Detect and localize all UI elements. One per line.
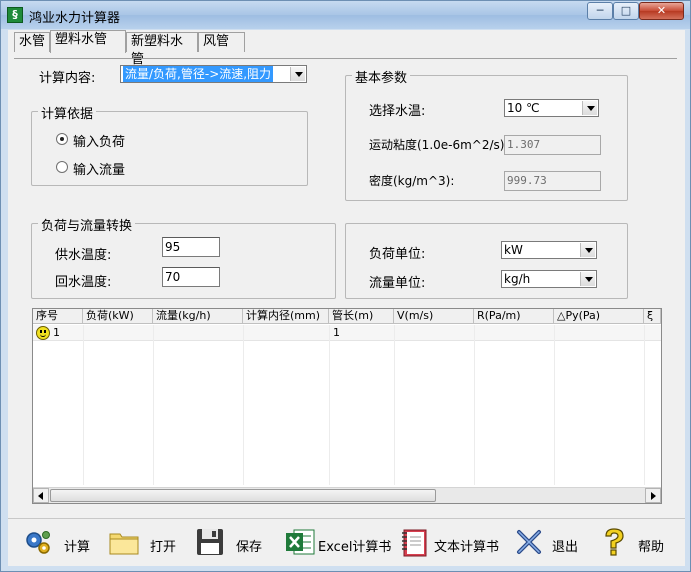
calculate-label: 计算 — [64, 540, 91, 555]
tab-divider — [14, 58, 677, 59]
exit-label: 退出 — [552, 540, 579, 555]
help-button[interactable]: 帮助 — [598, 524, 673, 562]
scroll-left-icon[interactable] — [33, 488, 49, 503]
toolbar-divider — [8, 518, 685, 519]
calc-content-value: 流量/负荷,管径->流速,阻力 — [123, 66, 274, 82]
supply-temp-label: 供水温度: — [55, 248, 112, 263]
column-divider — [83, 325, 84, 485]
column-divider — [394, 325, 395, 485]
floppy-disk-icon — [197, 529, 223, 555]
help-question-icon — [605, 528, 624, 556]
horizontal-scrollbar[interactable] — [33, 487, 661, 503]
open-button[interactable]: 打开 — [108, 524, 178, 562]
load-unit-label: 负荷单位: — [369, 247, 426, 262]
column-header[interactable]: ξ — [644, 309, 661, 323]
viscosity-field: 1.307 — [504, 135, 601, 155]
excel-icon — [286, 529, 315, 555]
column-header[interactable]: 序号 — [33, 309, 83, 323]
viscosity-label: 运动粘度(1.0e-6m^2/s): — [369, 138, 509, 152]
open-label: 打开 — [150, 540, 177, 555]
density-field: 999.73 — [504, 171, 601, 191]
minimize-button[interactable]: ─ — [587, 2, 613, 20]
radio-input-flow-label[interactable]: 输入流量 — [73, 159, 125, 178]
gears-icon — [26, 531, 50, 554]
client-area: 水管 塑料水管 新塑料水管 风管 计算内容: 流量/负荷,管径->流速,阻力 计… — [8, 30, 685, 566]
column-header[interactable]: 计算内径(mm) — [243, 309, 329, 323]
basic-params-title: 基本参数 — [352, 67, 411, 86]
column-divider — [474, 325, 475, 485]
scrollbar-thumb[interactable] — [50, 489, 436, 502]
tab-air-duct[interactable]: 风管 — [198, 32, 245, 52]
water-temp-label: 选择水温: — [369, 104, 426, 119]
app-window: § 鸿业水力计算器 ─ □ ✕ 水管 塑料水管 新塑料水管 风管 计算内容: 流… — [0, 0, 691, 572]
radio-input-load-label[interactable]: 输入负荷 — [73, 131, 125, 150]
exit-button[interactable]: 退出 — [513, 524, 583, 562]
calculate-button[interactable]: 计算 — [22, 524, 92, 562]
return-temp-label: 回水温度: — [55, 275, 112, 290]
calc-content-label: 计算内容: — [39, 71, 96, 86]
results-table[interactable]: 序号 负荷(kW) 流量(kg/h) 计算内径(mm) 管长(m) V(m/s)… — [32, 308, 662, 504]
column-divider — [554, 325, 555, 485]
title-bar[interactable]: § 鸿业水力计算器 ─ □ ✕ — [1, 1, 690, 29]
chevron-down-icon[interactable] — [580, 243, 595, 257]
text-report-label: 文本计算书 — [434, 540, 500, 555]
column-header[interactable]: 流量(kg/h) — [153, 309, 243, 323]
tab-water-pipe[interactable]: 水管 — [14, 32, 50, 52]
radio-input-load[interactable] — [56, 133, 68, 145]
density-label: 密度(kg/m^3): — [369, 174, 455, 188]
return-temp-field[interactable]: 70 — [162, 267, 220, 287]
flow-unit-select[interactable]: kg/h — [501, 270, 597, 288]
column-header[interactable]: R(Pa/m) — [474, 309, 554, 323]
supply-temp-field[interactable]: 95 — [162, 237, 220, 257]
notebook-icon — [402, 529, 427, 557]
chevron-down-icon[interactable] — [290, 67, 305, 81]
column-header[interactable]: V(m/s) — [394, 309, 474, 323]
column-divider — [329, 325, 330, 485]
load-unit-value: kW — [504, 243, 523, 257]
tab-plastic-water-pipe[interactable]: 塑料水管 — [50, 30, 126, 53]
calc-basis-title: 计算依据 — [38, 103, 97, 122]
load-unit-select[interactable]: kW — [501, 241, 597, 259]
excel-report-button[interactable]: Excel计算书 — [284, 524, 392, 562]
scroll-right-icon[interactable] — [645, 488, 661, 503]
save-label: 保存 — [236, 540, 263, 555]
column-header[interactable]: △Py(Pa) — [554, 309, 644, 323]
folder-icon — [109, 533, 139, 555]
water-temp-select[interactable]: 10 ℃ — [504, 99, 599, 117]
smiley-row-icon — [36, 326, 50, 340]
chevron-down-icon[interactable] — [580, 272, 595, 286]
maximize-button[interactable]: □ — [613, 2, 639, 20]
window-title: 鸿业水力计算器 — [29, 11, 121, 26]
app-logo-icon: § — [7, 7, 23, 23]
close-button[interactable]: ✕ — [639, 2, 684, 20]
water-temp-value: 10 ℃ — [507, 101, 540, 115]
table-row[interactable]: 1 1 — [33, 325, 661, 341]
calc-content-select[interactable]: 流量/负荷,管径->流速,阻力 — [120, 65, 307, 83]
column-divider — [644, 325, 645, 485]
column-header[interactable]: 负荷(kW) — [83, 309, 153, 323]
text-report-button[interactable]: 文本计算书 — [398, 524, 500, 562]
flow-unit-value: kg/h — [504, 272, 531, 286]
save-button[interactable]: 保存 — [194, 524, 264, 562]
exit-x-icon — [517, 530, 541, 554]
table-cell[interactable]: 1 — [331, 325, 391, 341]
conversion-title: 负荷与流量转换 — [38, 215, 136, 234]
table-cell[interactable]: 1 — [51, 325, 83, 341]
radio-input-flow[interactable] — [56, 161, 68, 173]
excel-report-label: Excel计算书 — [318, 540, 392, 555]
tab-new-plastic-water-pipe[interactable]: 新塑料水管 — [126, 32, 198, 67]
flow-unit-label: 流量单位: — [369, 276, 426, 291]
column-divider — [243, 325, 244, 485]
chevron-down-icon[interactable] — [582, 101, 597, 115]
column-header[interactable]: 管长(m) — [329, 309, 394, 323]
column-divider — [153, 325, 154, 485]
help-label: 帮助 — [638, 540, 665, 555]
table-header: 序号 负荷(kW) 流量(kg/h) 计算内径(mm) 管长(m) V(m/s)… — [33, 309, 661, 324]
